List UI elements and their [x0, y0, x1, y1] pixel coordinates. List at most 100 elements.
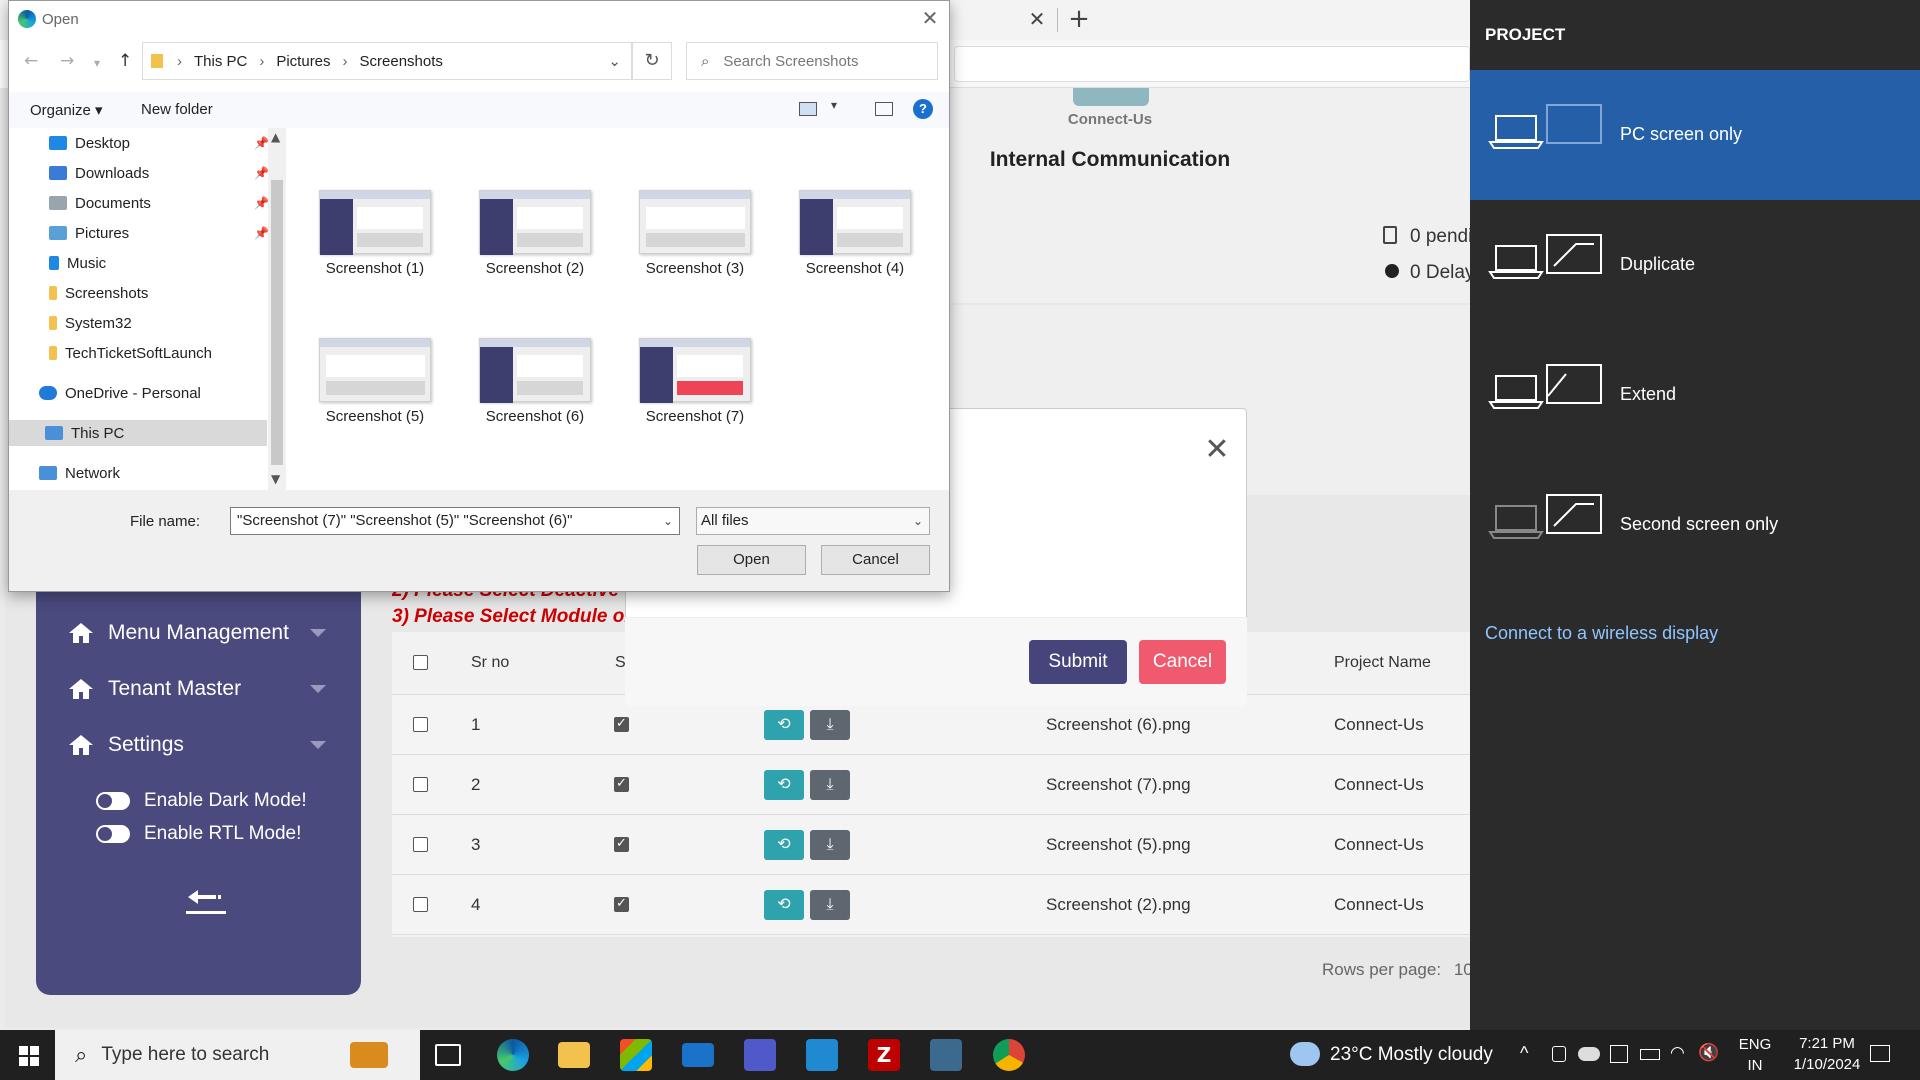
clock[interactable]: 7:21 PM 1/10/2024 — [1782, 1035, 1872, 1073]
filezilla-icon[interactable]: Z — [868, 1039, 900, 1071]
file-label[interactable]: Screenshot (7) — [620, 408, 770, 425]
dialog-cancel-button[interactable]: Cancel — [821, 545, 930, 575]
nav-item-this-pc[interactable]: This PC — [9, 420, 267, 446]
file-thumbnail[interactable] — [319, 190, 431, 255]
remote-desktop-icon[interactable] — [930, 1039, 962, 1071]
file-type-select[interactable]: All files ⌄ — [696, 507, 930, 535]
meet-now-icon[interactable] — [1552, 1046, 1566, 1062]
rtl-mode-toggle[interactable] — [96, 825, 130, 843]
breadcrumb-screenshots[interactable]: Screenshots — [360, 53, 443, 70]
forward-arrow-icon[interactable]: → — [60, 51, 74, 71]
recent-locations-icon[interactable]: ▾ — [94, 56, 100, 70]
weather-icon[interactable] — [1290, 1042, 1320, 1066]
new-folder-button[interactable]: New folder — [141, 101, 213, 118]
wireless-display-link[interactable]: Connect to a wireless display — [1485, 623, 1718, 644]
row-status-checkbox[interactable] — [614, 775, 629, 792]
nav-item-system32[interactable]: System32 — [49, 310, 269, 336]
sidebar-item-tenant-master[interactable]: Tenant Master — [66, 669, 336, 709]
teams-icon[interactable] — [744, 1039, 776, 1071]
preview-pane-icon[interactable] — [875, 102, 893, 116]
windows-start-icon[interactable] — [19, 1046, 39, 1066]
vscode-icon[interactable] — [806, 1039, 838, 1071]
scroll-down-icon[interactable]: ▼ — [271, 472, 280, 486]
history-button[interactable]: ⟲ — [764, 830, 804, 860]
new-tab-icon[interactable]: + — [1066, 6, 1092, 32]
breadcrumb-this-pc[interactable]: This PC — [194, 53, 247, 70]
close-icon[interactable]: ✕ — [918, 6, 942, 30]
project-option-pc-screen-only[interactable]: PC screen only — [1470, 70, 1920, 200]
nav-item-downloads[interactable]: Downloads 📌 — [49, 160, 269, 186]
open-button[interactable]: Open — [697, 545, 806, 575]
file-label[interactable]: Screenshot (4) — [780, 260, 930, 277]
row-checkbox[interactable] — [413, 897, 428, 912]
file-label[interactable]: Screenshot (2) — [460, 260, 610, 277]
language-indicator[interactable]: ENG IN — [1735, 1036, 1775, 1074]
select-all-checkbox[interactable] — [413, 655, 428, 670]
file-thumbnail[interactable] — [799, 190, 911, 255]
nav-item-network[interactable]: Network — [39, 460, 259, 486]
back-arrow-icon[interactable]: ← — [24, 51, 38, 71]
address-bar[interactable] — [954, 46, 1470, 82]
notifications-icon[interactable] — [1870, 1045, 1890, 1062]
file-label[interactable]: Screenshot (5) — [300, 408, 450, 425]
chevron-down-icon[interactable]: ⌄ — [663, 508, 673, 534]
nav-item-techticketsoftlaunch[interactable]: TechTicketSoftLaunch — [49, 340, 269, 366]
row-status-checkbox[interactable] — [614, 835, 629, 852]
file-name-input[interactable]: "Screenshot (7)" "Screenshot (5)" "Scree… — [230, 507, 680, 535]
breadcrumb-pictures[interactable]: Pictures — [276, 53, 330, 70]
chrome-icon[interactable] — [993, 1039, 1025, 1071]
row-checkbox[interactable] — [413, 837, 428, 852]
download-button[interactable]: ⤓ — [810, 710, 850, 740]
chevron-up-icon[interactable]: ^ — [1520, 1043, 1528, 1064]
file-thumbnail[interactable] — [639, 338, 751, 403]
file-explorer-icon[interactable] — [558, 1042, 590, 1068]
file-thumbnail[interactable] — [479, 338, 591, 403]
nav-item-pictures[interactable]: Pictures 📌 — [49, 220, 269, 246]
onedrive-tray-icon[interactable] — [1578, 1047, 1600, 1061]
file-label[interactable]: Screenshot (3) — [620, 260, 770, 277]
sidebar-item-menu-management[interactable]: Menu Management — [66, 613, 336, 653]
history-button[interactable]: ⟲ — [764, 710, 804, 740]
nav-item-music[interactable]: Music — [49, 250, 269, 276]
download-button[interactable]: ⤓ — [810, 890, 850, 920]
sidebar-item-settings[interactable]: Settings — [66, 725, 336, 765]
file-thumbnail[interactable] — [639, 190, 751, 254]
collapse-icon[interactable] — [184, 887, 228, 917]
nav-item-screenshots[interactable]: Screenshots — [49, 280, 269, 306]
refresh-icon[interactable]: ↻ — [632, 42, 672, 80]
wifi-icon[interactable]: ◠ — [1670, 1043, 1685, 1063]
volume-muted-icon[interactable]: 🔇 — [1698, 1043, 1719, 1063]
nav-scrollbar-thumb[interactable] — [271, 180, 283, 465]
history-button[interactable]: ⟲ — [764, 770, 804, 800]
project-option-second-screen-only[interactable]: Second screen only — [1470, 460, 1920, 590]
store-icon[interactable] — [620, 1039, 652, 1071]
row-status-checkbox[interactable] — [614, 895, 629, 912]
download-button[interactable]: ⤓ — [810, 830, 850, 860]
organize-button[interactable]: Organize ▾ — [30, 101, 103, 119]
taskbar-search[interactable]: ⌕ Type here to search — [55, 1030, 420, 1080]
nav-item-documents[interactable]: Documents 📌 — [49, 190, 269, 216]
mail-icon[interactable] — [682, 1043, 714, 1067]
row-checkbox[interactable] — [413, 717, 428, 732]
up-arrow-icon[interactable]: ↑ — [118, 51, 132, 71]
nav-item-desktop[interactable]: Desktop 📌 — [49, 130, 269, 156]
file-label[interactable]: Screenshot (1) — [300, 260, 450, 277]
chevron-down-icon[interactable]: ⌄ — [608, 52, 621, 70]
tab-close-icon[interactable]: ✕ — [1026, 8, 1048, 30]
history-button[interactable]: ⟲ — [764, 890, 804, 920]
dark-mode-toggle[interactable] — [96, 792, 130, 810]
row-checkbox[interactable] — [413, 777, 428, 792]
edge-icon[interactable] — [497, 1039, 529, 1071]
search-input[interactable]: ⌕ Search Screenshots — [686, 42, 938, 80]
scroll-up-icon[interactable]: ▲ — [271, 130, 280, 144]
breadcrumb[interactable]: › This PC › Pictures › Screenshots ⌄ — [142, 42, 632, 80]
file-thumbnail[interactable] — [319, 338, 431, 402]
row-status-checkbox[interactable] — [614, 715, 629, 732]
cancel-button[interactable]: Cancel — [1139, 640, 1226, 684]
submit-button[interactable]: Submit — [1029, 640, 1127, 684]
weather-text[interactable]: 23°C Mostly cloudy — [1330, 1044, 1493, 1066]
task-view-icon[interactable] — [435, 1044, 461, 1066]
chevron-down-icon[interactable]: ▾ — [831, 98, 837, 112]
display-tray-icon[interactable] — [1610, 1045, 1628, 1063]
view-options-icon[interactable] — [799, 102, 817, 116]
